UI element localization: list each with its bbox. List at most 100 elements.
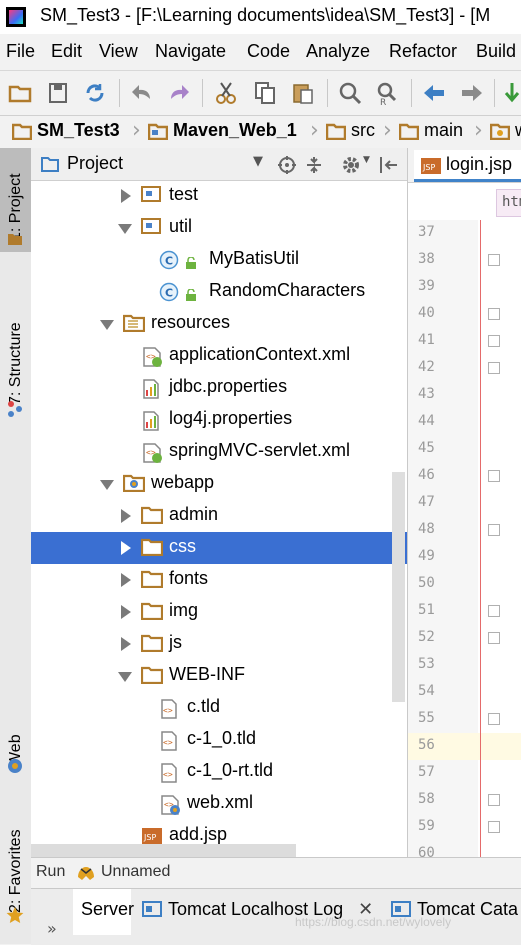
find-icon[interactable] xyxy=(337,80,363,106)
menu-navigate[interactable]: Navigate xyxy=(155,41,226,62)
undo-icon[interactable] xyxy=(129,80,155,106)
svg-text:R: R xyxy=(380,98,386,106)
class-icon: C xyxy=(159,282,179,302)
collapse-arrow-icon[interactable] xyxy=(121,509,131,523)
tree-row-label: web.xml xyxy=(187,792,254,812)
back-icon[interactable] xyxy=(421,80,447,106)
breadcrumb-label: SM_Test3 xyxy=(37,120,120,140)
settings-gear-icon[interactable] xyxy=(341,155,361,175)
copy-icon[interactable] xyxy=(252,80,278,106)
synchronize-icon[interactable] xyxy=(82,80,108,106)
breadcrumb-item-module[interactable]: Maven_Web_1 xyxy=(148,120,297,144)
tool-tab-favorites[interactable]: 2: Favorites xyxy=(0,798,31,928)
collapse-arrow-icon[interactable] xyxy=(121,573,131,587)
tree-row-label: MyBatisUtil xyxy=(209,248,300,268)
save-all-icon[interactable] xyxy=(45,80,71,106)
collapse-arrow-icon[interactable] xyxy=(121,637,131,651)
main-toolbar: R xyxy=(0,71,521,116)
tree-row[interactable]: resources xyxy=(31,308,407,340)
tool-tab-project[interactable]: 1: Project xyxy=(0,148,31,252)
expand-arrow-icon[interactable] xyxy=(100,320,114,330)
tree-row[interactable]: <> web.xml xyxy=(31,788,407,820)
menu-file[interactable]: File xyxy=(6,41,35,62)
view-dropdown-icon[interactable]: ▼ xyxy=(253,154,263,169)
menu-refactor[interactable]: Refactor xyxy=(389,41,457,62)
collapse-arrow-icon[interactable] xyxy=(121,189,131,203)
breadcrumb-item-src[interactable]: src xyxy=(326,120,375,144)
expand-arrow-icon[interactable] xyxy=(118,672,132,682)
tree-row[interactable]: js xyxy=(31,628,407,660)
fold-marker-icon[interactable] xyxy=(488,632,500,644)
tool-tab-structure[interactable]: 7: Structure xyxy=(0,288,31,418)
fold-marker-icon[interactable] xyxy=(488,713,500,725)
tree-row[interactable]: fonts xyxy=(31,564,407,596)
replace-icon[interactable]: R xyxy=(374,80,400,106)
tree-scrollbar[interactable] xyxy=(392,472,405,702)
tree-row[interactable]: webapp xyxy=(31,468,407,500)
more-tabs-button[interactable]: » xyxy=(47,919,57,938)
forward-icon[interactable] xyxy=(459,80,485,106)
open-folder-icon[interactable] xyxy=(7,80,33,106)
tool-tab-label: 2: Favorites xyxy=(7,829,24,913)
breadcrumb-item-main[interactable]: main xyxy=(399,120,463,144)
expand-arrow-icon[interactable] xyxy=(100,480,114,490)
settings-dropdown-icon[interactable]: ▼ xyxy=(363,155,370,165)
tree-row[interactable]: log4j.properties xyxy=(31,404,407,436)
run-config-name[interactable]: Unnamed xyxy=(101,863,170,881)
fold-marker-icon[interactable] xyxy=(488,362,500,374)
svg-text:<>: <> xyxy=(163,738,173,747)
fold-marker-icon[interactable] xyxy=(488,524,500,536)
web-icon xyxy=(8,759,22,773)
fold-marker-icon[interactable] xyxy=(488,821,500,833)
locate-file-icon[interactable] xyxy=(277,155,297,175)
editor-pane: JSP login.jsp htm 37 38 39 40 41 42 43 44 45 46 47… xyxy=(407,148,521,861)
paste-icon[interactable] xyxy=(290,80,316,106)
line-number: 38 xyxy=(418,251,435,267)
intellij-logo-icon xyxy=(6,7,26,27)
fold-marker-icon[interactable] xyxy=(488,470,500,482)
tree-row[interactable]: C RandomCharacters xyxy=(31,276,407,308)
fold-marker-icon[interactable] xyxy=(488,335,500,347)
tree-row[interactable]: jdbc.properties xyxy=(31,372,407,404)
menu-analyze[interactable]: Analyze xyxy=(306,41,370,62)
menu-bar: File Edit View Navigate Code Analyze Ref… xyxy=(0,34,521,71)
tree-row[interactable]: test xyxy=(31,181,407,212)
tree-row[interactable]: <> springMVC-servlet.xml xyxy=(31,436,407,468)
menu-view[interactable]: View xyxy=(99,41,138,62)
collapse-all-icon[interactable] xyxy=(305,155,323,175)
tree-horizontal-scrollbar[interactable] xyxy=(31,844,296,857)
tab-server[interactable]: Server xyxy=(73,889,134,935)
menu-edit[interactable]: Edit xyxy=(51,41,82,62)
expand-arrow-icon[interactable] xyxy=(118,224,132,234)
fold-marker-icon[interactable] xyxy=(488,605,500,617)
tree-row[interactable]: <> c-1_0-rt.tld xyxy=(31,756,407,788)
editor-breadcrumb-tag[interactable]: htm xyxy=(496,189,521,217)
tree-row[interactable]: img xyxy=(31,596,407,628)
menu-build[interactable]: Build xyxy=(476,41,516,62)
tree-row-label: c-1_0-rt.tld xyxy=(187,760,274,780)
tree-row[interactable]: C MyBatisUtil xyxy=(31,244,407,276)
breadcrumb-item-webapp[interactable]: w xyxy=(490,120,521,144)
fold-marker-icon[interactable] xyxy=(488,254,500,266)
tree-row[interactable]: util xyxy=(31,212,407,244)
tree-row[interactable]: <> applicationContext.xml xyxy=(31,340,407,372)
tree-row[interactable]: css xyxy=(31,532,407,564)
tool-tab-web[interactable]: Web xyxy=(0,708,31,778)
line-number: 56 xyxy=(418,737,435,753)
tree-row[interactable]: <> c-1_0.tld xyxy=(31,724,407,756)
collapse-arrow-icon[interactable] xyxy=(121,541,131,555)
collapse-arrow-icon[interactable] xyxy=(121,605,131,619)
redo-icon[interactable] xyxy=(166,80,192,106)
tree-row[interactable]: admin xyxy=(31,500,407,532)
menu-code[interactable]: Code xyxy=(247,41,290,62)
editor-tab-login-jsp[interactable]: JSP login.jsp xyxy=(414,150,521,182)
breadcrumb-item-project[interactable]: SM_Test3 xyxy=(12,120,120,144)
fold-marker-icon[interactable] xyxy=(488,794,500,806)
cut-icon[interactable] xyxy=(213,80,239,106)
hide-panel-icon[interactable] xyxy=(379,156,399,174)
tree-row[interactable]: <> c.tld xyxy=(31,692,407,724)
fold-marker-icon[interactable] xyxy=(488,308,500,320)
tree-row[interactable]: WEB-INF xyxy=(31,660,407,692)
tree-row-label: admin xyxy=(169,504,219,524)
build-icon[interactable] xyxy=(502,80,521,106)
